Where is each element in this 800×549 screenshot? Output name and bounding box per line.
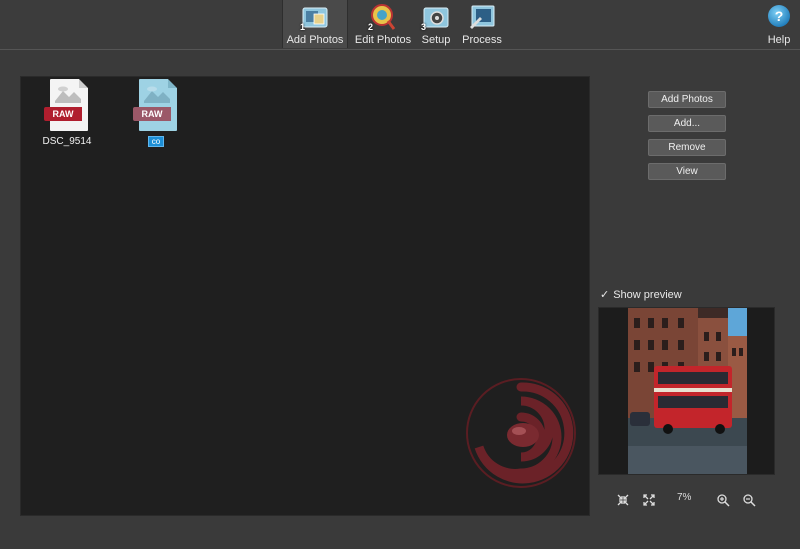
remove-button[interactable]: Remove bbox=[648, 139, 726, 156]
actual-size-icon[interactable] bbox=[642, 493, 656, 507]
zoom-out-icon[interactable] bbox=[742, 493, 756, 507]
tab-number: 1 bbox=[300, 22, 306, 32]
help-button[interactable]: ? Help bbox=[764, 0, 794, 48]
help-glyph: ? bbox=[775, 8, 784, 24]
tab-process[interactable]: Process bbox=[460, 0, 504, 48]
tab-label: Process bbox=[462, 34, 502, 46]
tab-number: 2 bbox=[368, 22, 374, 32]
tab-add-photos[interactable]: 1 Add Photos bbox=[282, 0, 348, 48]
add-photos-button[interactable]: Add Photos bbox=[648, 91, 726, 108]
show-preview-checkbox[interactable]: ✓ Show preview bbox=[600, 288, 682, 301]
zoom-in-icon[interactable] bbox=[716, 493, 730, 507]
tab-number: 3 bbox=[421, 22, 427, 32]
tab-setup[interactable]: 3 Setup bbox=[418, 0, 454, 48]
file-list-panel[interactable]: RAW DSC_9514 RAW co bbox=[20, 76, 590, 516]
preview-image bbox=[628, 308, 747, 474]
show-preview-label: Show preview bbox=[613, 289, 682, 301]
raw-file-icon: RAW bbox=[133, 79, 177, 131]
raw-badge: RAW bbox=[44, 107, 82, 121]
tab-label: Setup bbox=[421, 34, 451, 46]
file-name: DSC_9514 bbox=[42, 136, 92, 147]
view-button[interactable]: View bbox=[648, 163, 726, 180]
process-icon bbox=[468, 3, 496, 31]
edit-photos-icon: 2 bbox=[368, 3, 397, 32]
help-label: Help bbox=[767, 34, 791, 46]
fit-to-window-icon[interactable] bbox=[616, 493, 630, 507]
file-item-selected[interactable]: RAW co bbox=[116, 79, 196, 149]
add-button[interactable]: Add... bbox=[648, 115, 726, 132]
setup-icon: 3 bbox=[421, 3, 450, 32]
tab-label: Edit Photos bbox=[354, 34, 412, 46]
toolbar: 1 Add Photos 2 Edit Photos 3 Setup Proce… bbox=[0, 0, 800, 50]
raw-badge: RAW bbox=[133, 107, 171, 121]
help-icon: ? bbox=[765, 3, 793, 31]
add-photos-icon: 1 bbox=[300, 3, 329, 32]
preview-pane bbox=[598, 307, 775, 475]
checkmark-icon: ✓ bbox=[600, 289, 610, 301]
watermark-logo bbox=[466, 378, 576, 488]
file-name-edit-field[interactable]: co bbox=[147, 136, 165, 147]
tab-label: Add Photos bbox=[286, 34, 344, 46]
file-item[interactable]: RAW DSC_9514 bbox=[27, 79, 107, 147]
zoom-level: 7% bbox=[677, 492, 692, 503]
tab-edit-photos[interactable]: 2 Edit Photos bbox=[352, 0, 414, 48]
raw-file-icon: RAW bbox=[44, 79, 88, 131]
